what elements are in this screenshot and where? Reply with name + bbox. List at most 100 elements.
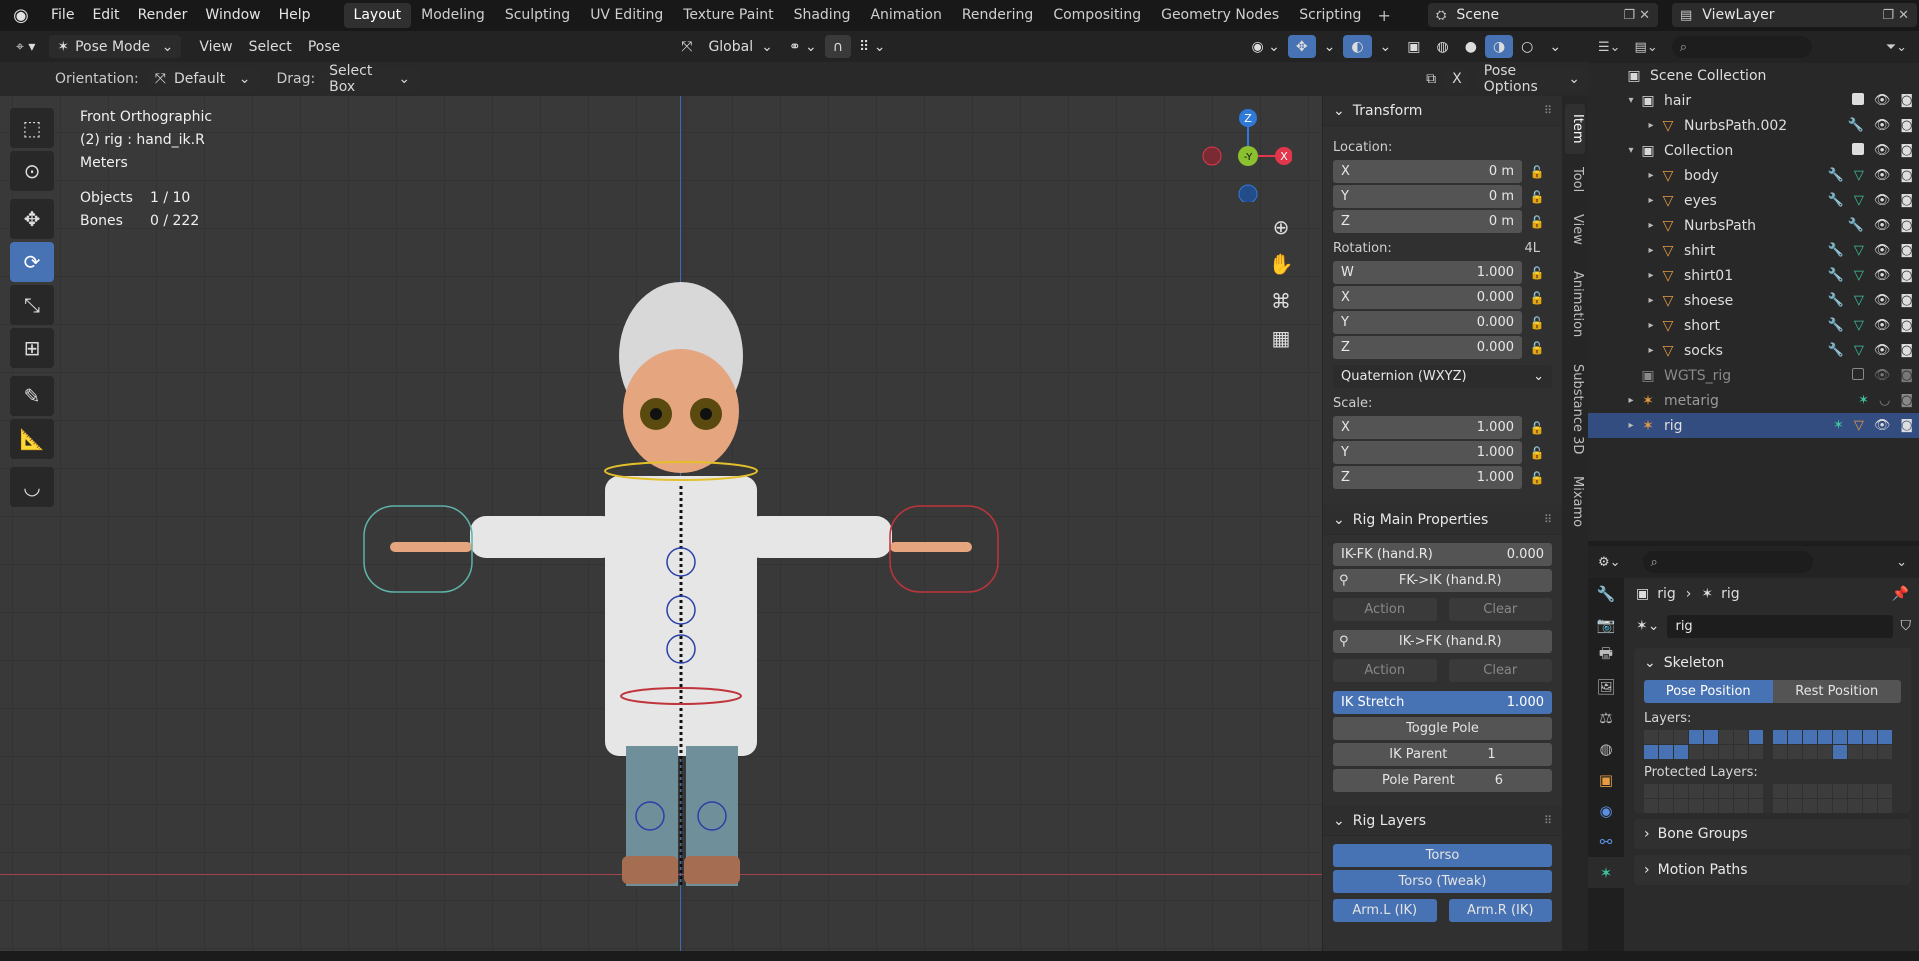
rig-main-header[interactable]: ⌄ Rig Main Properties ⠿: [1323, 505, 1562, 535]
menu-render[interactable]: Render: [129, 0, 197, 31]
fk-to-ik-button[interactable]: ⚲ FK->IK (hand.R): [1333, 569, 1552, 592]
visibility-icon[interactable]: ◉ ⌄: [1243, 35, 1287, 58]
eye-icon[interactable]: 👁: [1874, 143, 1891, 158]
eye-icon[interactable]: 👁: [1874, 118, 1891, 133]
pivot-point-icon[interactable]: ⚭ ⌄: [781, 35, 825, 58]
move-icon[interactable]: ✥: [10, 199, 54, 239]
object-tab-icon[interactable]: ▣: [1588, 764, 1624, 795]
mesh-data-icon[interactable]: ▽: [1854, 193, 1864, 208]
tab-substance-3d[interactable]: Substance 3D: [1565, 354, 1585, 464]
tab-modeling[interactable]: Modeling: [411, 3, 495, 28]
modifier-icon[interactable]: 🔧: [1828, 268, 1844, 283]
modifier-icon[interactable]: 🔧: [1828, 343, 1844, 358]
render-tab-icon[interactable]: 📷: [1588, 609, 1624, 640]
rig-layers-header[interactable]: ⌄ Rig Layers ⠿: [1323, 806, 1562, 836]
outliner-row-shoese[interactable]: ▸ ▽ shoese 🔧 ▽ 👁 ◙: [1588, 288, 1919, 313]
outliner-row-rig[interactable]: ▸ ✶ rig ✶ ▽ 👁 ◙: [1588, 413, 1919, 438]
motion-paths-panel[interactable]: › Motion Paths: [1634, 855, 1911, 885]
rest-position-button[interactable]: Rest Position: [1772, 680, 1901, 703]
bone-envelope-icon[interactable]: ◡: [10, 467, 54, 507]
shading-wire-icon[interactable]: ◍: [1429, 35, 1457, 58]
tab-shading[interactable]: Shading: [784, 3, 861, 28]
expand-icon[interactable]: ▸: [1644, 320, 1658, 331]
protected-layers-grid[interactable]: [1644, 784, 1901, 813]
camera-icon[interactable]: ◙: [1900, 193, 1913, 208]
tab-scripting[interactable]: Scripting: [1289, 3, 1371, 28]
mesh-data-icon[interactable]: ▽: [1854, 168, 1864, 183]
mesh-data-icon[interactable]: ▽: [1854, 318, 1864, 333]
scene-actions-icon[interactable]: ❐ ✕: [1623, 8, 1650, 23]
ik-stretch-slider[interactable]: IK Stretch 1.000: [1333, 691, 1552, 714]
display-mode-icon[interactable]: ▤⌄: [1635, 40, 1658, 55]
drag-dropdown[interactable]: Select Box ⌄: [321, 63, 419, 95]
fake-user-shield-icon[interactable]: ⛉: [1901, 618, 1912, 634]
annotate-icon[interactable]: ✎: [10, 376, 54, 416]
shading-dropdown-icon[interactable]: ⌄: [1541, 35, 1569, 58]
gizmo-neg-x-icon[interactable]: [1202, 146, 1222, 166]
modifier-icon[interactable]: 🔧: [1848, 118, 1864, 133]
menu-view[interactable]: View: [191, 35, 240, 58]
ik-to-fk-button[interactable]: ⚲ IK->FK (hand.R): [1333, 630, 1552, 653]
tab-compositing[interactable]: Compositing: [1043, 3, 1151, 28]
scene-selector[interactable]: ⛭ Scene ❐ ✕: [1428, 3, 1658, 27]
protected-layers-right[interactable]: [1773, 784, 1892, 813]
tab-uv-editing[interactable]: UV Editing: [580, 3, 673, 28]
outliner-row-eyes[interactable]: ▸ ▽ eyes 🔧 ▽ 👁 ◙: [1588, 188, 1919, 213]
scale-icon[interactable]: ⤡: [10, 285, 54, 325]
camera-icon[interactable]: ◙: [1900, 318, 1913, 333]
outliner-row-nurbspath-002[interactable]: ▸ ▽ NurbsPath.002 🔧 👁 ◙: [1588, 113, 1919, 138]
expand-icon[interactable]: ▸: [1644, 245, 1658, 256]
rotation-x-field[interactable]: X 0.000: [1333, 286, 1522, 309]
expand-icon[interactable]: ▾: [1624, 95, 1638, 106]
3d-viewport[interactable]: Front Orthographic (2) rig : hand_ik.R M…: [0, 96, 1322, 951]
chevron-down-icon[interactable]: ⌄: [1896, 555, 1907, 570]
transform-header[interactable]: ⌄ Transform ⠿: [1323, 96, 1562, 126]
outliner-row-short[interactable]: ▸ ▽ short 🔧 ▽ 👁 ◙: [1588, 313, 1919, 338]
camera-icon[interactable]: ◙: [1900, 343, 1913, 358]
mesh-data-icon[interactable]: ▽: [1854, 243, 1864, 258]
cursor-icon[interactable]: ⊙: [10, 151, 54, 191]
camera-icon[interactable]: ◙: [1900, 168, 1913, 183]
scene-tab-icon[interactable]: ⚖: [1588, 702, 1624, 733]
view-layer-tab-icon[interactable]: 🖼: [1588, 671, 1624, 702]
overlay-dropdown-icon[interactable]: ⌄: [1372, 35, 1400, 58]
breadcrumb-data[interactable]: rig: [1721, 586, 1740, 602]
armature-data-tab-icon[interactable]: ✶: [1588, 857, 1624, 888]
location-y-field[interactable]: Y 0 m: [1333, 185, 1522, 208]
shading-solid-icon[interactable]: ●: [1457, 35, 1485, 58]
orientation-icon[interactable]: ⤧: [673, 35, 700, 58]
expand-icon[interactable]: ▾: [1624, 145, 1638, 156]
eye-icon[interactable]: 👁: [1874, 318, 1891, 333]
menu-pose[interactable]: Pose: [300, 35, 348, 58]
camera-icon[interactable]: ◙: [1900, 268, 1913, 283]
mirror-icon[interactable]: ⧉: [1418, 68, 1444, 91]
pole-parent-dropdown[interactable]: Pole Parent 6: [1333, 769, 1552, 792]
snap-target-icon[interactable]: ⠿ ⌄: [851, 35, 893, 58]
rotation-mode-dropdown[interactable]: Quaternion (WXYZ) ⌄: [1333, 365, 1552, 388]
expand-icon[interactable]: ▸: [1624, 420, 1638, 431]
filter-icon[interactable]: ⏷⌄: [1886, 40, 1907, 55]
gizmo-dropdown-icon[interactable]: ⌄: [1316, 35, 1344, 58]
action-button[interactable]: Action: [1333, 659, 1437, 682]
ik-parent-dropdown[interactable]: IK Parent 1: [1333, 743, 1552, 766]
tab-item[interactable]: Item: [1565, 104, 1585, 154]
add-workspace-icon[interactable]: +: [1371, 6, 1396, 25]
lock-icon[interactable]: 🔓: [1522, 421, 1552, 435]
camera-icon[interactable]: ◙: [1900, 118, 1913, 133]
clear-button[interactable]: Clear: [1448, 598, 1552, 621]
camera-icon[interactable]: ◙: [1900, 243, 1913, 258]
layer-arm-l-ik-button[interactable]: Arm.L (IK): [1333, 899, 1437, 922]
modifier-icon[interactable]: 🔧: [1848, 218, 1864, 233]
pose-options-dropdown[interactable]: Pose Options ⌄: [1475, 63, 1588, 95]
checkbox-icon[interactable]: [1851, 93, 1864, 105]
measure-icon[interactable]: 📐: [10, 419, 54, 459]
clear-button[interactable]: Clear: [1448, 659, 1552, 682]
tab-view[interactable]: View: [1565, 206, 1585, 252]
camera-icon[interactable]: ◙: [1900, 93, 1913, 108]
outliner-row-hair[interactable]: ▾ ▣ hair 👁 ◙: [1588, 88, 1919, 113]
drag-handle-icon[interactable]: ⠿: [1544, 104, 1552, 117]
menu-edit[interactable]: Edit: [83, 0, 128, 31]
tab-mixamo[interactable]: Mixamo: [1565, 468, 1585, 534]
view-layer-selector[interactable]: ▤ ViewLayer ❐ ✕: [1672, 3, 1917, 27]
tab-layout[interactable]: Layout: [343, 3, 412, 28]
